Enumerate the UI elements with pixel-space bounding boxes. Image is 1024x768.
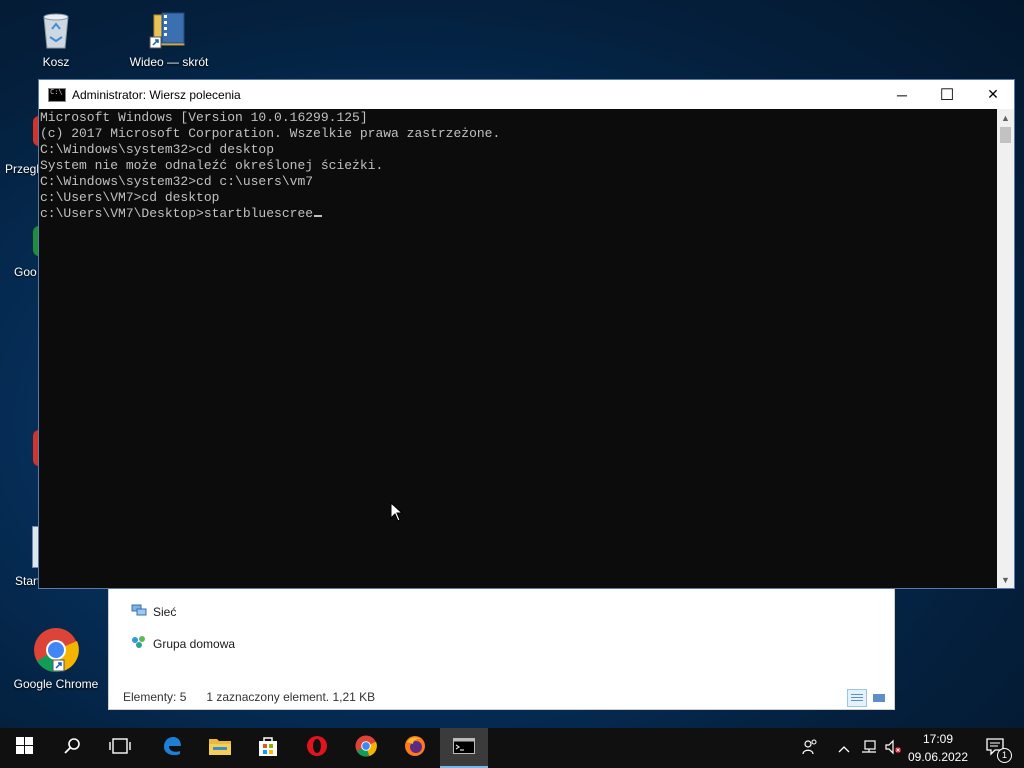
console-output[interactable]: Microsoft Windows [Version 10.0.16299.12…	[39, 109, 997, 588]
title-bar[interactable]: Administrator: Wiersz polecenia ─ ☐ ✕	[39, 80, 1014, 109]
taskbar-app-firefox[interactable]	[391, 728, 439, 768]
cmd-icon	[48, 87, 66, 102]
desktop-icon-recycle-bin[interactable]: Kosz	[13, 9, 99, 69]
start-button[interactable]	[0, 728, 48, 768]
notification-count-badge: 1	[997, 747, 1012, 763]
details-view-icon	[851, 694, 863, 702]
file-explorer-icon	[208, 736, 232, 761]
chevron-up-icon: ▲	[1001, 112, 1010, 123]
console-line: Microsoft Windows [Version 10.0.16299.12…	[40, 110, 368, 125]
nav-item-network[interactable]: Sieć	[131, 603, 176, 620]
status-bar: Elementy: 5 1 zaznaczony element. 1,21 K…	[109, 685, 894, 709]
console-prompt-input: c:\Users\VM7\Desktop>startbluescree	[40, 206, 314, 221]
console-line: C:\Windows\system32>cd c:\users\vm7	[40, 174, 314, 189]
homegroup-icon	[131, 635, 147, 652]
edge-icon	[161, 735, 183, 762]
scrollbar-thumb[interactable]	[1000, 127, 1011, 143]
details-view-button[interactable]	[847, 689, 867, 707]
opera-icon	[306, 735, 328, 762]
status-selection: 1 zaznaczony element. 1,21 KB	[206, 690, 376, 704]
store-icon	[257, 735, 279, 762]
desktop-icon-video-shortcut[interactable]: Wideo — skrót	[126, 9, 212, 69]
console-line: C:\Windows\system32>cd desktop	[40, 142, 275, 157]
search-button[interactable]	[48, 728, 96, 768]
chevron-up-icon	[838, 741, 850, 756]
network-icon	[131, 603, 147, 620]
minimize-button[interactable]: ─	[879, 80, 925, 109]
taskbar-app-opera[interactable]	[293, 728, 341, 768]
task-view-button[interactable]	[96, 728, 144, 768]
cmd-icon	[453, 737, 475, 759]
scroll-down-button[interactable]: ▼	[997, 571, 1014, 588]
nav-item-label: Grupa domowa	[153, 636, 236, 651]
firefox-icon	[404, 735, 426, 762]
people-button[interactable]	[796, 728, 824, 768]
chrome-icon	[33, 627, 79, 673]
command-prompt-window[interactable]: Administrator: Wiersz polecenia ─ ☐ ✕ Mi…	[38, 79, 1015, 589]
desktop-icon-chrome[interactable]: Google Chrome	[13, 627, 99, 691]
status-item-count: Elementy: 5	[123, 690, 187, 704]
taskbar-app-cmd[interactable]	[440, 728, 488, 768]
desktop-icon-label: Kosz	[42, 55, 70, 69]
notifications-icon: 1	[986, 737, 1012, 763]
console-input-line[interactable]: c:\Users\VM7\Desktop>startbluescree	[40, 206, 997, 222]
console-line: (c) 2017 Microsoft Corporation. Wszelkie…	[40, 126, 501, 141]
desktop-icon-label: Google Chrome	[13, 677, 99, 691]
video-shortcut-icon	[148, 9, 190, 51]
network-icon	[860, 739, 878, 758]
file-explorer-window[interactable]: Sieć Grupa domowa Elementy: 5 1 zaznaczo…	[108, 586, 895, 710]
text-cursor	[314, 215, 323, 217]
start-icon	[15, 737, 33, 759]
taskbar-app-edge[interactable]	[148, 728, 196, 768]
close-icon: ✕	[987, 86, 999, 102]
nav-item-label: Sieć	[153, 604, 177, 619]
nav-item-homegroup[interactable]: Grupa domowa	[131, 635, 235, 652]
console-line: System nie może odnaleźć określonej ście…	[40, 158, 384, 173]
minimize-icon: ─	[897, 86, 907, 103]
desktop-icon-label: Wideo — skrót	[129, 55, 209, 69]
clock-time: 17:09	[922, 732, 954, 746]
large-icons-view-button[interactable]	[869, 689, 889, 707]
large-icons-view-icon	[873, 694, 885, 702]
chrome-icon	[355, 734, 377, 762]
action-center-button[interactable]: 1	[978, 728, 1014, 768]
people-icon	[802, 739, 818, 758]
search-icon	[63, 737, 81, 760]
network-status-button[interactable]	[858, 728, 880, 768]
show-hidden-icons-button[interactable]	[834, 728, 854, 768]
clock[interactable]: 17:09 09.06.2022	[900, 730, 976, 766]
taskbar-app-store[interactable]	[244, 728, 292, 768]
maximize-button[interactable]: ☐	[924, 80, 970, 109]
taskbar: 17:09 09.06.2022 1	[0, 728, 1024, 768]
close-button[interactable]: ✕	[970, 80, 1016, 109]
task-view-icon	[109, 737, 131, 760]
taskbar-app-chrome[interactable]	[342, 728, 390, 768]
chevron-down-icon: ▼	[1001, 574, 1010, 585]
scroll-up-button[interactable]: ▲	[997, 109, 1014, 126]
vertical-scrollbar[interactable]: ▲ ▼	[997, 109, 1014, 588]
window-title: Administrator: Wiersz polecenia	[72, 87, 241, 102]
mouse-pointer-icon	[390, 501, 404, 527]
maximize-icon: ☐	[939, 86, 955, 104]
console-line: c:\Users\VM7>cd desktop	[40, 190, 220, 205]
taskbar-app-file-explorer[interactable]	[196, 728, 244, 768]
clock-date: 09.06.2022	[907, 750, 969, 764]
recycle-bin-icon	[35, 9, 77, 51]
